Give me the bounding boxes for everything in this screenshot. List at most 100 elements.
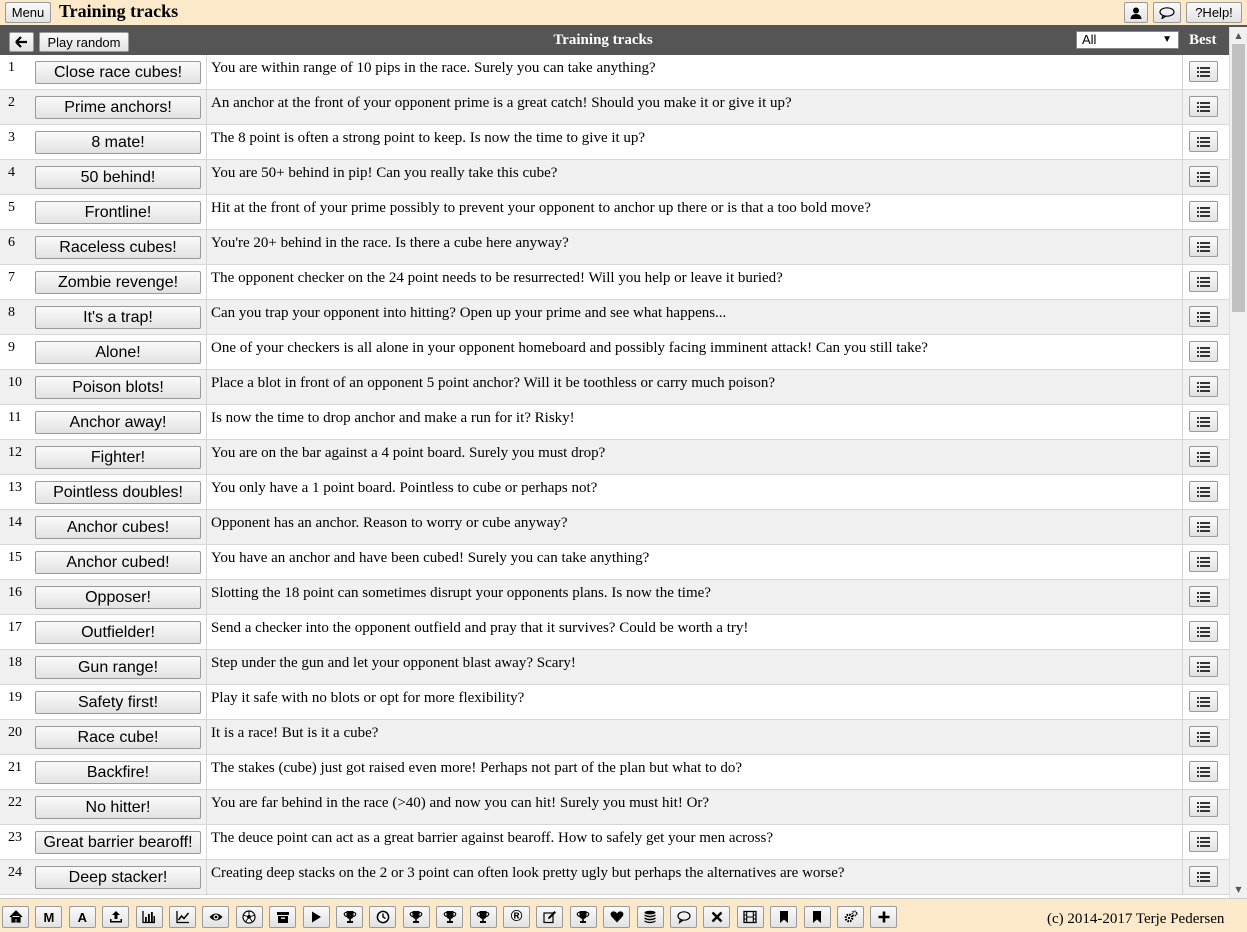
trophy-button[interactable] <box>402 906 430 928</box>
best-list-button[interactable] <box>1189 796 1218 817</box>
track-button[interactable]: Anchor cubes! <box>35 516 201 539</box>
best-list-button[interactable] <box>1189 131 1218 152</box>
trophy-button[interactable] <box>569 906 597 928</box>
track-button[interactable]: Zombie revenge! <box>35 271 201 294</box>
best-list-button[interactable] <box>1189 166 1218 187</box>
best-list-button[interactable] <box>1189 96 1218 117</box>
soccer-ball-button[interactable] <box>235 906 263 928</box>
scroll-up-icon[interactable]: ▲ <box>1230 27 1247 44</box>
column-divider <box>206 300 207 335</box>
track-description: Creating deep stacks on the 2 or 3 point… <box>211 865 845 881</box>
best-list-button[interactable] <box>1189 866 1218 887</box>
user-button[interactable] <box>1124 2 1148 23</box>
track-button[interactable]: Alone! <box>35 341 201 364</box>
best-list-button[interactable] <box>1189 691 1218 712</box>
row-number: 3 <box>8 130 15 145</box>
trophy-button[interactable] <box>469 906 497 928</box>
best-list-button[interactable] <box>1189 621 1218 642</box>
track-button[interactable]: Race cube! <box>35 726 201 749</box>
track-button[interactable]: Opposer! <box>35 586 201 609</box>
track-button[interactable]: Frontline! <box>35 201 201 224</box>
registered-button[interactable]: ® <box>503 906 530 928</box>
eye-button[interactable] <box>202 906 230 928</box>
a-button[interactable]: A <box>68 906 96 928</box>
best-list-button[interactable] <box>1189 341 1218 362</box>
upload-button[interactable] <box>102 906 130 928</box>
archive-button[interactable] <box>269 906 297 928</box>
bar-chart-button[interactable] <box>135 906 163 928</box>
bookmark-button[interactable] <box>803 906 831 928</box>
home-button[interactable] <box>2 906 29 928</box>
best-list-button[interactable] <box>1189 271 1218 292</box>
track-button[interactable]: Great barrier bearoff! <box>35 831 201 854</box>
track-button[interactable]: Close race cubes! <box>35 61 201 84</box>
best-list-button[interactable] <box>1189 446 1218 467</box>
track-button[interactable]: No hitter! <box>35 796 201 819</box>
best-list-button[interactable] <box>1189 726 1218 747</box>
track-button[interactable]: Raceless cubes! <box>35 236 201 259</box>
best-list-button[interactable] <box>1189 831 1218 852</box>
track-button[interactable]: Poison blots! <box>35 376 201 399</box>
column-divider <box>206 370 207 405</box>
best-list-button[interactable] <box>1189 481 1218 502</box>
cogs-button[interactable] <box>837 906 864 928</box>
column-divider <box>206 475 207 510</box>
column-divider <box>206 755 207 790</box>
track-button[interactable]: Deep stacker! <box>35 866 201 889</box>
best-list-button[interactable] <box>1189 306 1218 327</box>
best-list-button[interactable] <box>1189 411 1218 432</box>
track-button[interactable]: It's a trap! <box>35 306 201 329</box>
best-list-button[interactable] <box>1189 201 1218 222</box>
scroll-down-icon[interactable]: ▼ <box>1230 881 1247 898</box>
row-number: 20 <box>8 725 22 740</box>
database-button[interactable] <box>636 906 664 928</box>
play-button[interactable] <box>302 906 330 928</box>
track-button[interactable]: Pointless doubles! <box>35 481 201 504</box>
help-button[interactable]: ?Help! <box>1186 2 1242 23</box>
best-list-button[interactable] <box>1189 761 1218 782</box>
column-divider <box>1182 825 1183 860</box>
track-button[interactable]: 50 behind! <box>35 166 201 189</box>
line-chart-button[interactable] <box>169 906 196 928</box>
bottom-toolbar: M A ® (c) 2014-2017 Terje Pedersen <box>0 898 1247 932</box>
track-button[interactable]: Backfire! <box>35 761 201 784</box>
track-button[interactable]: Prime anchors! <box>35 96 201 119</box>
bookmark-button[interactable] <box>770 906 798 928</box>
heart-button[interactable] <box>603 906 631 928</box>
track-button[interactable]: Outfielder! <box>35 621 201 644</box>
copyright-text: (c) 2014-2017 Terje Pedersen <box>1047 911 1225 927</box>
row-number: 18 <box>8 655 22 670</box>
best-list-button[interactable] <box>1189 61 1218 82</box>
track-button[interactable]: Safety first! <box>35 691 201 714</box>
film-button[interactable] <box>736 906 764 928</box>
column-divider <box>206 440 207 475</box>
trophy-button[interactable] <box>436 906 464 928</box>
clock-button[interactable] <box>369 906 397 928</box>
trophy-button[interactable] <box>336 906 363 928</box>
m-button[interactable]: M <box>35 906 63 928</box>
track-button[interactable]: Anchor cubed! <box>35 551 201 574</box>
close-button[interactable] <box>703 906 731 928</box>
best-list-button[interactable] <box>1189 376 1218 397</box>
best-list-button[interactable] <box>1189 236 1218 257</box>
filter-select[interactable]: All ▼ <box>1076 31 1179 49</box>
best-list-button[interactable] <box>1189 586 1218 607</box>
menu-button[interactable]: Menu <box>5 2 51 23</box>
row-number: 9 <box>8 340 15 355</box>
track-button[interactable]: 8 mate! <box>35 131 201 154</box>
best-list-button[interactable] <box>1189 551 1218 572</box>
best-list-button[interactable] <box>1189 656 1218 677</box>
plus-button[interactable] <box>870 906 898 928</box>
scroll-thumb[interactable] <box>1232 44 1245 312</box>
chat-button[interactable] <box>670 906 697 928</box>
edit-button[interactable] <box>536 906 564 928</box>
track-button[interactable]: Gun range! <box>35 656 201 679</box>
column-divider <box>1182 685 1183 720</box>
table-row: 20 Race cube! It is a race! But is it a cu… <box>0 720 1229 755</box>
best-list-button[interactable] <box>1189 516 1218 537</box>
track-button[interactable]: Fighter! <box>35 446 201 469</box>
track-button[interactable]: Anchor away! <box>35 411 201 434</box>
vertical-scrollbar[interactable]: ▲ ▼ <box>1229 27 1247 898</box>
chat-button[interactable] <box>1153 2 1181 23</box>
row-number: 21 <box>8 760 22 775</box>
